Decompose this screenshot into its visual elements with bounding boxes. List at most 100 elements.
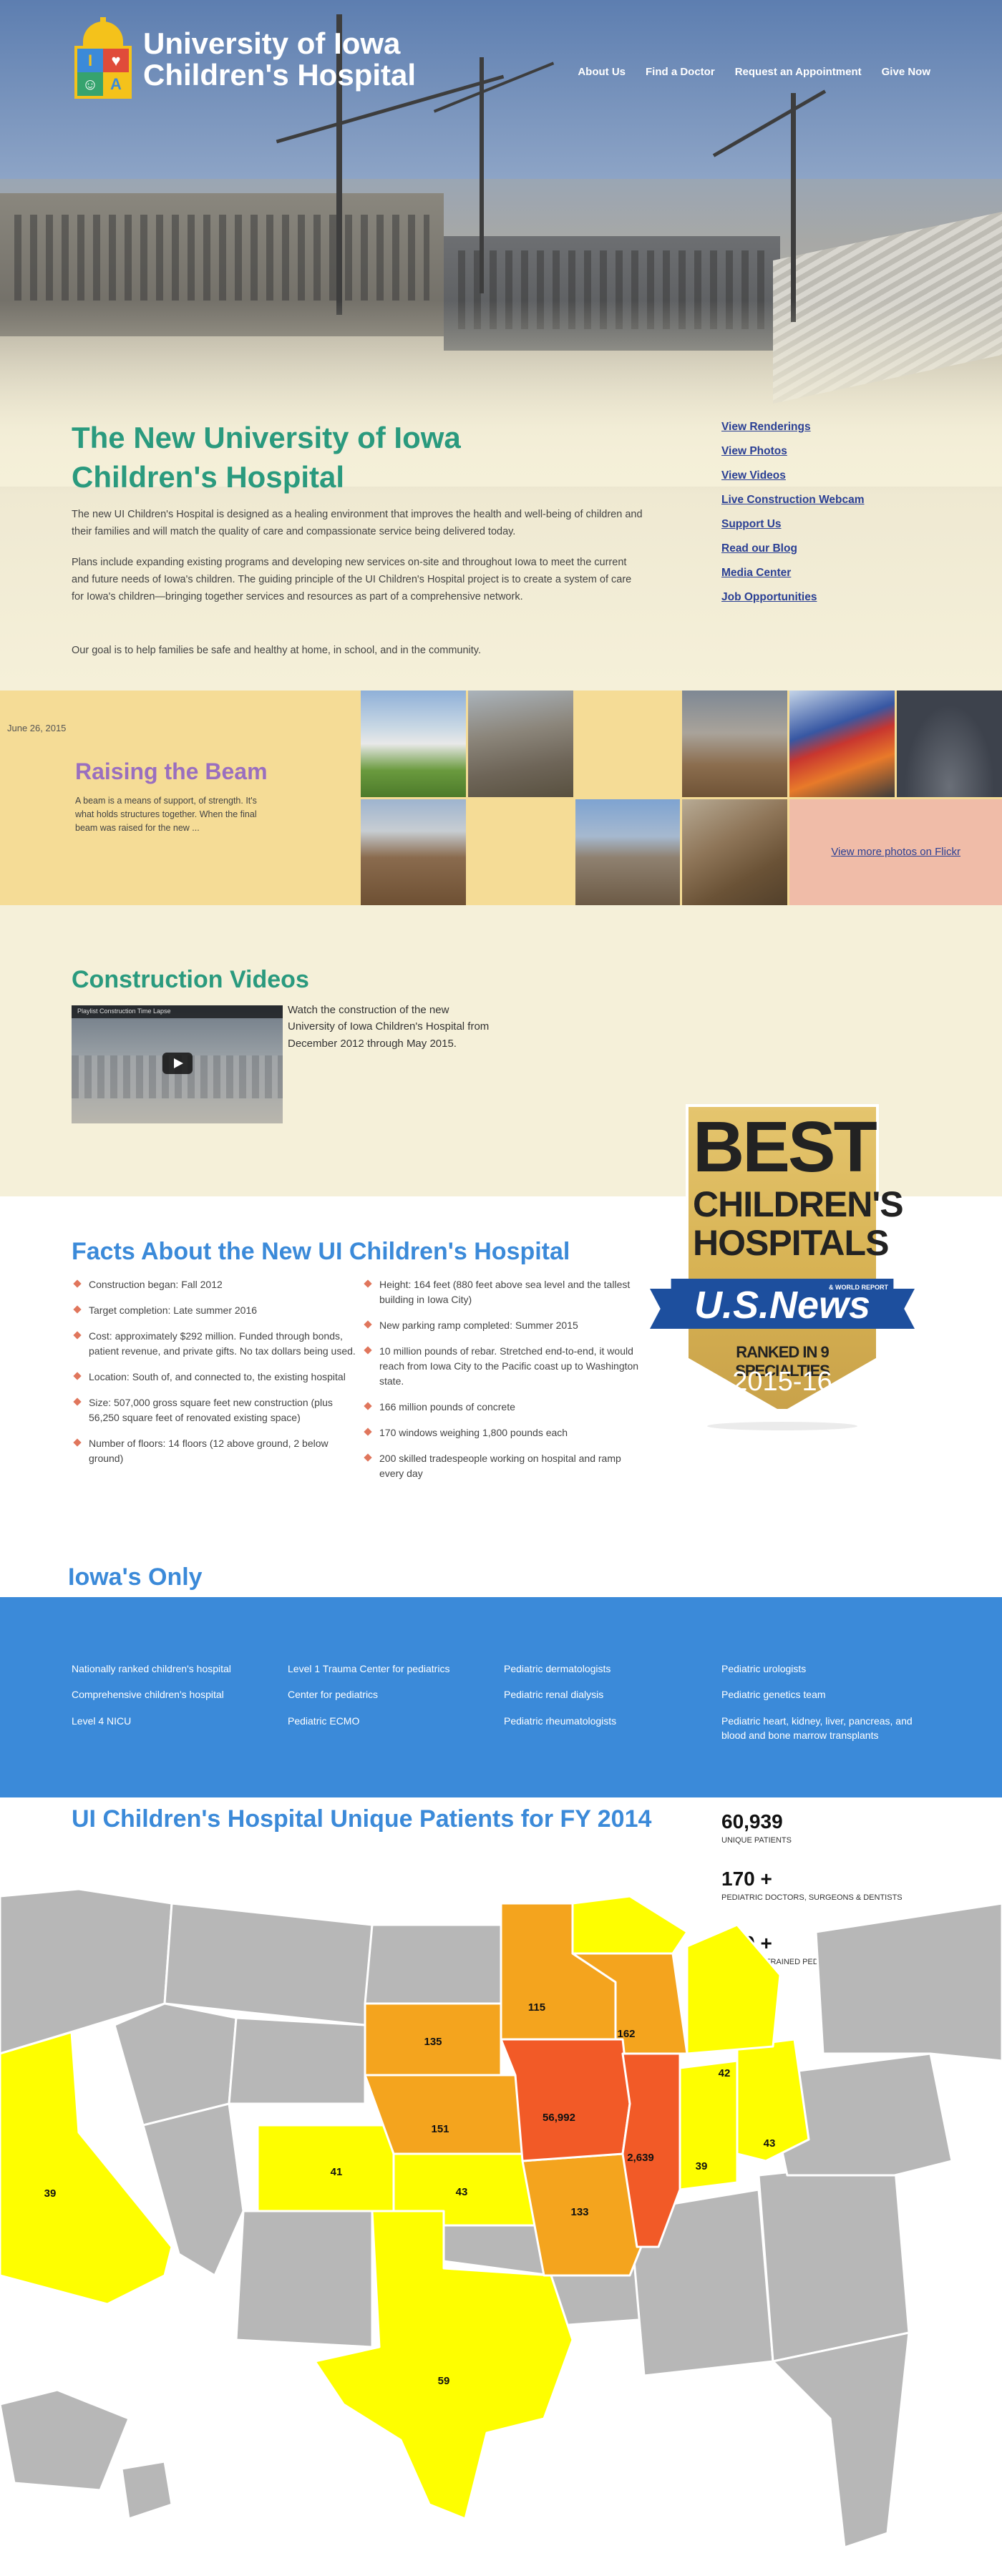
photo-thumb[interactable]	[682, 799, 788, 905]
photo-thumb[interactable]	[897, 691, 1002, 797]
map-label-michigan: 42	[719, 2067, 731, 2079]
fact-item: 200 skilled tradespeople working on hosp…	[362, 1451, 641, 1481]
map-label-minnesota: 115	[528, 2001, 545, 2014]
badge-world-report: & WORLD REPORT	[829, 1284, 888, 1291]
logo-tile-1: I	[77, 49, 103, 72]
flickr-link[interactable]: View more photos on Flickr	[831, 846, 960, 858]
fact-item: 170 windows weighing 1,800 pounds each	[362, 1425, 641, 1440]
link-media-center[interactable]: Media Center	[721, 567, 865, 580]
state-florida	[772, 2331, 910, 2549]
only-item: Center for pediatrics	[288, 1689, 379, 1701]
patients-heading: UI Children's Hospital Unique Patients f…	[72, 1805, 652, 1833]
state-wyoming	[228, 2016, 366, 2105]
stat-unique-patients: 60,939 Unique patients	[721, 1810, 792, 1845]
link-read-blog[interactable]: Read our Blog	[721, 542, 865, 555]
photo-thumb[interactable]	[789, 691, 895, 797]
map-label-iowa: 56,992	[543, 2112, 575, 2124]
link-view-videos[interactable]: View Videos	[721, 469, 865, 482]
link-view-photos[interactable]: View Photos	[721, 445, 865, 458]
state-southeast-2	[757, 2160, 910, 2363]
page-title: The New University of Iowa Children's Ho…	[72, 421, 461, 494]
logo-line-1: University of Iowa	[143, 26, 401, 60]
state-indiana	[678, 2059, 739, 2191]
state-montana	[163, 1902, 374, 2026]
only-item: Pediatric renal dialysis	[504, 1689, 604, 1701]
logo-line-2: Children's Hospital	[143, 58, 417, 92]
state-iowa	[500, 2038, 631, 2162]
state-north-dakota	[364, 1923, 502, 2005]
stat-label: Unique patients	[721, 1836, 792, 1845]
logo-tile-3: ☺	[77, 72, 103, 96]
blog-feature-strip: June 26, 2015 Raising the Beam A beam is…	[0, 691, 1002, 905]
fact-item: Target completion: Late summer 2016	[72, 1303, 358, 1318]
state-new-mexico	[235, 2210, 374, 2348]
video-player[interactable]: Playlist Construction Time Lapse	[72, 1005, 283, 1123]
fact-item: 166 million pounds of concrete	[362, 1400, 641, 1415]
badge-best: BEST	[693, 1107, 877, 1187]
post-excerpt: A beam is a means of support, of strengt…	[75, 796, 257, 833]
link-view-renderings[interactable]: View Renderings	[721, 421, 865, 434]
intro-paragraph-2: Plans include expanding existing program…	[72, 557, 632, 602]
state-upper-michigan	[571, 1895, 689, 1955]
photo-thumb[interactable]	[467, 691, 573, 797]
top-navigation: About Us Find a Doctor Request an Appoin…	[578, 66, 930, 78]
state-michigan	[686, 1923, 782, 2055]
fact-item: Cost: approximately $292 million. Funded…	[72, 1329, 358, 1359]
videos-description: Watch the construction of the new Univer…	[288, 1004, 490, 1050]
fact-item: 10 million pounds of rebar. Stretched en…	[362, 1344, 641, 1389]
fact-item: New parking ramp completed: Summer 2015	[362, 1318, 641, 1333]
crane-mast-3	[791, 93, 796, 322]
map-label-ohio: 43	[764, 2137, 776, 2150]
link-support-us[interactable]: Support Us	[721, 518, 865, 531]
map-label-texas: 59	[438, 2375, 450, 2387]
map-label-missouri: 133	[570, 2206, 588, 2218]
post-date: June 26, 2015	[7, 723, 67, 733]
site-logo[interactable]: I ♥ ☺ A University of Iowa Children's Ho…	[72, 17, 416, 102]
photo-thumb[interactable]	[575, 799, 681, 905]
iowas-only-heading: Iowa's Only	[68, 1563, 203, 1591]
nav-find-a-doctor[interactable]: Find a Doctor	[646, 66, 715, 78]
only-item: Pediatric ECMO	[288, 1714, 360, 1727]
only-item: Pediatric genetics team	[721, 1689, 826, 1701]
photo-thumb[interactable]	[682, 691, 788, 797]
videos-heading: Construction Videos	[72, 966, 309, 993]
flickr-tile: View more photos on Flickr	[789, 799, 1002, 905]
state-northeast	[814, 1902, 1002, 2062]
badge-year: 2015-16	[732, 1367, 832, 1397]
facts-heading: Facts About the New UI Children's Hospit…	[72, 1238, 570, 1265]
play-button-icon[interactable]	[162, 1053, 193, 1074]
photo-thumb[interactable]	[468, 799, 573, 906]
nav-request-appointment[interactable]: Request an Appointment	[735, 66, 862, 78]
us-news-badge: BEST CHILDREN'S HOSPITALS U.S.News & WOR…	[650, 1098, 915, 1435]
stat-number: 60,939	[721, 1810, 783, 1833]
logo-tile-2: ♥	[103, 49, 129, 72]
video-title-bar: Playlist Construction Time Lapse	[72, 1005, 283, 1018]
nav-give-now[interactable]: Give Now	[882, 66, 930, 78]
fact-item: Location: South of, and connected to, th…	[72, 1370, 358, 1385]
map-label-colorado: 41	[331, 2166, 343, 2178]
post-title-link[interactable]: Raising the Beam	[75, 758, 268, 785]
nav-about-us[interactable]: About Us	[578, 66, 626, 78]
map-label-illinois: 2,639	[627, 2152, 654, 2164]
state-nebraska	[364, 2074, 531, 2155]
photo-thumb[interactable]	[575, 691, 681, 797]
only-item: Comprehensive children's hospital	[72, 1689, 224, 1701]
state-alaska-piece	[0, 2389, 130, 2492]
only-item: Pediatric heart, kidney, liver, pancreas…	[721, 1714, 913, 1741]
fact-item: Size: 507,000 gross square feet new cons…	[72, 1395, 358, 1425]
map-label-california: 39	[44, 2187, 57, 2200]
link-job-opportunities[interactable]: Job Opportunities	[721, 591, 865, 604]
facts-list-right: Height: 164 feet (880 feet above sea lev…	[362, 1277, 641, 1492]
map-label-nebraska: 151	[431, 2123, 449, 2135]
photo-thumb[interactable]	[361, 691, 466, 797]
photo-thumb[interactable]	[361, 799, 466, 905]
logo-badge-icon: I ♥ ☺ A	[72, 17, 135, 102]
only-column-3: Pediatric dermatologists Pediatric renal…	[504, 1662, 711, 1740]
intro-paragraph-1: The new UI Children's Hospital is design…	[72, 509, 643, 537]
fact-item: Height: 164 feet (880 feet above sea lev…	[362, 1277, 641, 1307]
fact-item: Number of floors: 14 floors (12 above gr…	[72, 1436, 358, 1466]
quick-links: View Renderings View Photos View Videos …	[721, 421, 865, 615]
facts-list-left: Construction began: Fall 2012 Target com…	[72, 1277, 358, 1477]
only-item: Level 1 Trauma Center for pediatrics	[288, 1663, 450, 1674]
link-live-webcam[interactable]: Live Construction Webcam	[721, 494, 865, 507]
